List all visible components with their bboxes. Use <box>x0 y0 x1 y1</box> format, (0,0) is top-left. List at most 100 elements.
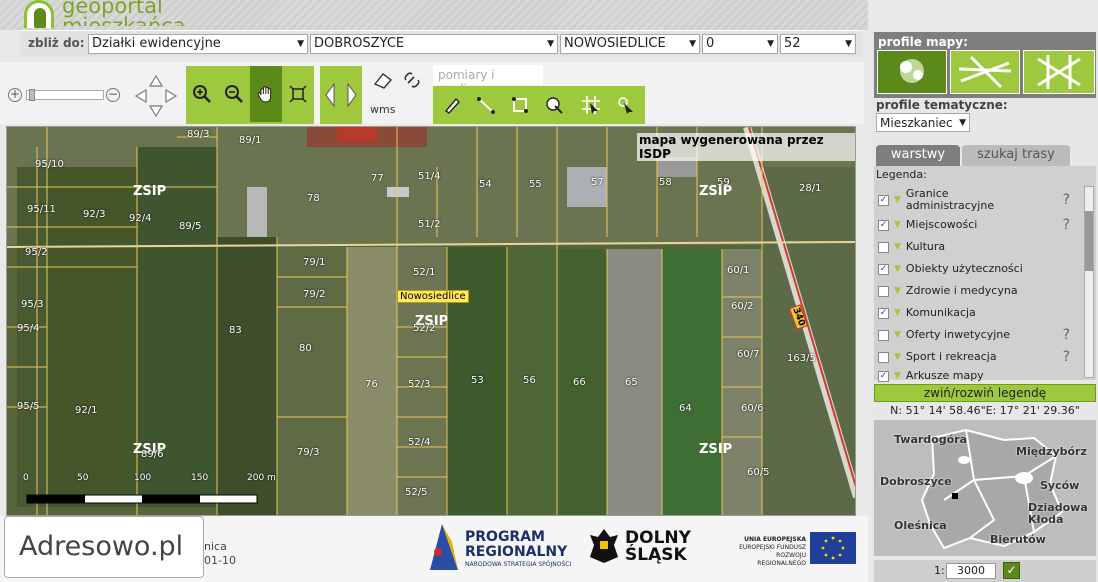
zoom-slider-handle[interactable] <box>29 89 35 101</box>
legend-scrollbar[interactable] <box>1084 186 1094 378</box>
zoom-in-slider-icon[interactable]: + <box>8 88 22 102</box>
layer-checkbox[interactable] <box>878 351 889 363</box>
layer-checkbox[interactable] <box>878 285 889 297</box>
layer-item[interactable]: ✓ ▼ Granice administracyjne? <box>878 186 1082 214</box>
expand-triangle-icon[interactable]: ▼ <box>894 371 901 381</box>
zoom-out-slider-icon[interactable]: − <box>106 88 120 102</box>
sheet-select[interactable]: 0 ▼ <box>702 34 778 54</box>
minimap-town-label: Dobroszyce <box>880 475 952 488</box>
layer-select[interactable]: Działki ewidencyjne ▼ <box>88 34 308 54</box>
line-measure-icon[interactable] <box>476 95 496 115</box>
scale-input[interactable]: 3000 <box>946 563 996 579</box>
layer-item[interactable]: ✓ ▼ Arkusze mapy <box>878 368 1082 384</box>
expand-triangle-icon[interactable]: ▼ <box>894 286 901 296</box>
commune-select[interactable]: DOBROSZYCE ▼ <box>310 34 558 54</box>
program-regionalny-title: PROGRAM REGIONALNY <box>465 529 568 560</box>
map-view[interactable]: mapa wygenerowana przez ISDP Nowosiedlic… <box>6 126 856 516</box>
profile-roads-button[interactable] <box>1023 50 1095 94</box>
help-icon[interactable]: ? <box>1063 327 1070 343</box>
expand-triangle-icon[interactable]: ▼ <box>894 352 901 362</box>
parcel-number-label: 58 <box>659 177 672 188</box>
layer-label: Komunikacja <box>905 306 976 319</box>
layer-item[interactable]: ✓ ▼ Obiekty użyteczności <box>878 261 1082 277</box>
layer-label: Miejscowości <box>905 218 978 231</box>
parcel-number-label: 78 <box>307 193 320 204</box>
scale-prefix: 1: <box>934 564 945 577</box>
program-regionalny-logo-icon <box>430 524 458 570</box>
zoom-out-tool[interactable] <box>218 66 250 122</box>
layer-checkbox[interactable] <box>878 329 889 341</box>
select-parcel-icon[interactable] <box>580 95 602 115</box>
history-arrows-icon[interactable] <box>322 80 360 110</box>
parcel-number-label: 95/5 <box>17 401 40 412</box>
magnifier-plus-icon <box>193 85 211 103</box>
locality-select[interactable]: NOWOSIEDLICE ▼ <box>560 34 700 54</box>
parcel-number-label: 54 <box>479 179 492 190</box>
eu-text: UNIA EUROPEJSKA EUROPEJSKI FUNDUSZ ROZWOJU… <box>739 536 806 567</box>
layer-item[interactable]: ✓ ▼ Komunikacja <box>878 305 1082 321</box>
parcel-number-label: 95/4 <box>17 323 40 334</box>
layer-checkbox[interactable]: ✓ <box>878 219 889 231</box>
layer-item[interactable]: ▼ Sport i rekreacja? <box>878 349 1082 365</box>
legend-scroll-thumb[interactable] <box>1085 211 1093 271</box>
expand-triangle-icon[interactable]: ▼ <box>894 308 901 318</box>
thematic-profile-select[interactable]: Mieszkaniec ▼ <box>876 113 970 132</box>
parcel-number-label: 60/6 <box>741 403 764 414</box>
logo-icon <box>24 0 54 28</box>
tab-route-search[interactable]: szukaj trasy <box>962 145 1070 166</box>
layer-item[interactable]: ▼ Zdrowie i medycyna <box>878 283 1082 299</box>
logo-text: geoportal mieszkańca <box>62 0 186 26</box>
parcel-number-label: 76 <box>365 379 378 390</box>
expand-triangle-icon[interactable]: ▼ <box>894 220 901 230</box>
wms-label[interactable]: wms <box>370 103 395 116</box>
parcel-number-label: 79/1 <box>303 257 326 268</box>
expand-triangle-icon[interactable]: ▼ <box>894 330 901 340</box>
layer-item[interactable]: ▼ Oferty inwetycyjne? <box>878 327 1082 343</box>
area-measure-icon[interactable] <box>510 95 530 115</box>
eraser-icon[interactable] <box>372 70 394 90</box>
zoom-slider[interactable] <box>26 89 104 101</box>
layer-checkbox[interactable] <box>878 241 889 253</box>
tab-layers[interactable]: warstwy <box>876 145 960 166</box>
minimap-town-label: Syców <box>1040 479 1080 492</box>
full-extent-tool[interactable] <box>282 66 314 122</box>
extent-icon <box>289 85 307 103</box>
parcel-number-label: 89/5 <box>179 221 202 232</box>
pan-arrows-icon[interactable] <box>134 74 178 118</box>
pan-tool[interactable] <box>250 66 282 122</box>
layer-item[interactable]: ✓ ▼ Miejscowości? <box>878 217 1082 233</box>
parcel-number-label: 83 <box>229 325 242 336</box>
layer-label: Sport i rekreacja <box>905 350 997 363</box>
expand-triangle-icon[interactable]: ▼ <box>894 242 901 252</box>
profile-orthophoto-button[interactable] <box>877 50 947 94</box>
layer-checkbox[interactable]: ✓ <box>878 307 889 319</box>
footer-text: nica <box>204 540 227 553</box>
scale-tick-label: 50 <box>77 473 89 483</box>
zoom-in-tool[interactable] <box>186 66 218 122</box>
help-icon[interactable]: ? <box>1063 349 1070 365</box>
help-icon[interactable]: ? <box>1063 217 1070 233</box>
apply-scale-button[interactable]: ✓ <box>1003 562 1020 579</box>
expand-triangle-icon[interactable]: ▼ <box>894 195 901 205</box>
help-icon[interactable]: ? <box>1063 192 1070 208</box>
locality-label: Nowosiedlice <box>397 290 469 303</box>
profile-topo-button[interactable] <box>950 50 1020 94</box>
layer-label: Obiekty użyteczności <box>905 262 1023 275</box>
layer-checkbox[interactable]: ✓ <box>878 194 889 206</box>
layer-item[interactable]: ▼ Kultura <box>878 239 1082 255</box>
map-watermark: mapa wygenerowana przez ISDP <box>637 133 855 161</box>
info-cursor-icon[interactable] <box>616 95 636 115</box>
layer-checkbox[interactable]: ✓ <box>878 263 889 275</box>
parcel-select[interactable]: 52 ▼ <box>780 34 856 54</box>
layer-checkbox[interactable]: ✓ <box>878 370 889 382</box>
scale-tick-label: 0 <box>23 473 29 483</box>
toggle-legend-button[interactable]: zwiń/rozwiń legendę <box>874 384 1096 402</box>
link-icon[interactable] <box>402 70 424 90</box>
tab-measurements[interactable]: pomiary i analizy <box>433 65 543 96</box>
map-grid-icon <box>958 55 1012 89</box>
parcel-number-label: 51/4 <box>418 171 441 182</box>
select-point-icon[interactable] <box>544 95 564 115</box>
marker-pen-icon[interactable] <box>442 95 462 115</box>
layer-label: Zdrowie i medycyna <box>905 284 1018 297</box>
expand-triangle-icon[interactable]: ▼ <box>894 264 901 274</box>
